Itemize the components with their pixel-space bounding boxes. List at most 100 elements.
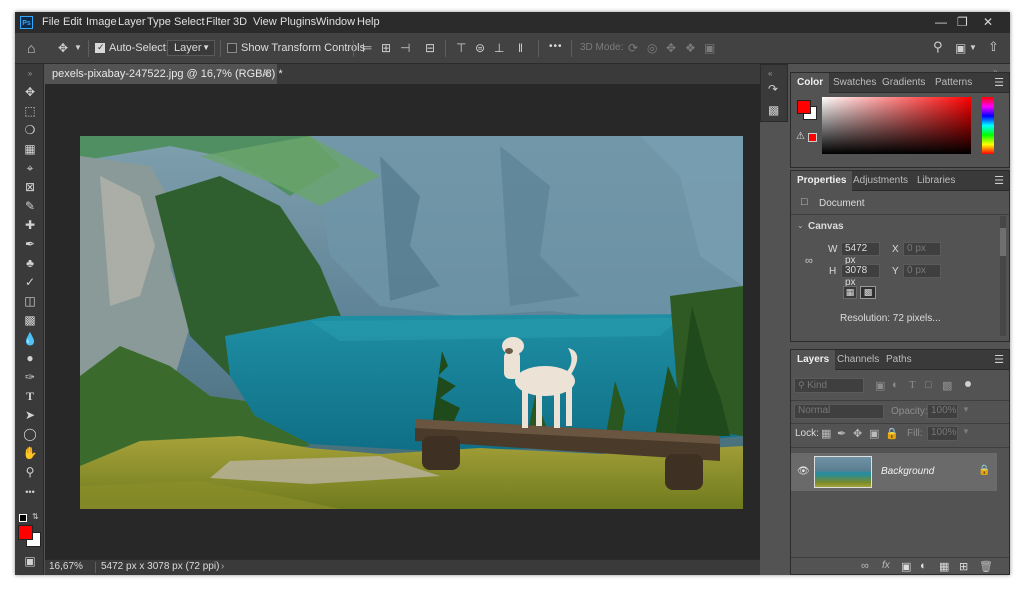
- home-icon[interactable]: ⌂: [27, 41, 35, 55]
- photoshop-logo-icon[interactable]: Ps: [20, 16, 33, 29]
- tab-adjustments[interactable]: Adjustments: [847, 171, 914, 191]
- more-options-icon[interactable]: •••: [549, 41, 563, 52]
- filter-pixel-icon[interactable]: ▣: [875, 379, 885, 392]
- filter-toggle-icon[interactable]: [965, 381, 971, 387]
- crop-tool-icon[interactable]: ⌖: [22, 160, 38, 176]
- layer-row[interactable]: 👁 Background 🔒: [791, 453, 997, 491]
- auto-select-checkbox[interactable]: [95, 42, 105, 53]
- visibility-eye-icon[interactable]: 👁: [797, 466, 810, 477]
- y-field[interactable]: 0 px: [903, 264, 941, 278]
- lock-position-icon[interactable]: ✥: [853, 427, 862, 440]
- gradient-tool-icon[interactable]: ▩: [22, 312, 38, 328]
- tab-channels[interactable]: Channels: [831, 350, 885, 370]
- blend-mode-dropdown[interactable]: Normal: [794, 404, 884, 419]
- landscape-orientation-icon[interactable]: ▩: [860, 286, 876, 299]
- tab-gradients[interactable]: Gradients: [876, 73, 931, 93]
- link-icon[interactable]: ∞: [805, 255, 813, 267]
- restore-icon[interactable]: ❐: [957, 15, 968, 29]
- tab-color[interactable]: Color: [791, 73, 830, 93]
- new-layer-icon[interactable]: ⊞: [959, 560, 968, 573]
- close-window-icon[interactable]: ✕: [983, 15, 993, 29]
- document-image[interactable]: [80, 136, 743, 509]
- align-top-icon[interactable]: ⊤: [456, 41, 466, 55]
- ellipse-tool-icon[interactable]: ◯: [22, 426, 38, 442]
- tab-layers[interactable]: Layers: [791, 350, 836, 370]
- move-tool-icon[interactable]: ✥: [58, 41, 68, 55]
- align-middle-icon[interactable]: ⊜: [475, 41, 485, 55]
- 3d-rotate-icon[interactable]: ⟳: [628, 41, 638, 55]
- layer-name[interactable]: Background: [881, 466, 934, 477]
- menu-image[interactable]: Image: [86, 16, 117, 28]
- close-tab-icon[interactable]: ×: [263, 64, 269, 84]
- share-icon[interactable]: ⇧: [988, 40, 999, 54]
- 3d-slide-icon[interactable]: ❖: [685, 41, 696, 55]
- chevron-down-icon[interactable]: ▼: [969, 41, 977, 55]
- filter-shape-icon[interactable]: □: [925, 379, 932, 391]
- tab-properties[interactable]: Properties: [791, 171, 853, 191]
- panel-menu-icon[interactable]: ☰: [994, 353, 1004, 366]
- panel-menu-icon[interactable]: ☰: [994, 76, 1004, 89]
- lasso-tool-icon[interactable]: ❍: [22, 122, 38, 138]
- panel-menu-icon[interactable]: ☰: [994, 174, 1004, 187]
- edit-toolbar-icon[interactable]: •••: [22, 484, 38, 500]
- height-field[interactable]: 3078 px: [841, 264, 880, 288]
- object-select-tool-icon[interactable]: ▦: [22, 141, 38, 157]
- collapse-icon[interactable]: »: [22, 66, 38, 82]
- align-left-icon[interactable]: ⊨: [362, 41, 372, 55]
- collapse-icon[interactable]: «: [768, 67, 772, 81]
- menu-layer[interactable]: Layer: [118, 16, 146, 28]
- tab-libraries[interactable]: Libraries: [911, 171, 961, 191]
- tab-paths[interactable]: Paths: [880, 350, 918, 370]
- eyedropper-tool-icon[interactable]: ✎: [22, 198, 38, 214]
- brush-tool-icon[interactable]: ✒: [22, 236, 38, 252]
- opacity-field[interactable]: 100%: [927, 404, 958, 419]
- 3d-pan-icon[interactable]: ✥: [666, 41, 676, 55]
- filter-adjustment-icon[interactable]: ◐: [892, 379, 899, 391]
- menu-view[interactable]: View: [253, 16, 277, 28]
- menu-plugins[interactable]: Plugins: [280, 16, 316, 28]
- healing-brush-tool-icon[interactable]: ✚: [22, 217, 38, 233]
- foreground-color-swatch[interactable]: [797, 100, 811, 114]
- scrollbar-thumb[interactable]: [1000, 228, 1006, 256]
- zoom-tool-icon[interactable]: ⚲: [22, 464, 38, 480]
- portrait-orientation-icon[interactable]: ▦: [843, 286, 857, 299]
- align-right-icon[interactable]: ⊣: [400, 41, 410, 55]
- menu-3d[interactable]: 3D: [233, 16, 247, 28]
- minimize-icon[interactable]: —: [935, 15, 947, 29]
- gamut-swatch[interactable]: [808, 133, 817, 142]
- quick-mask-icon[interactable]: ▣: [22, 553, 38, 569]
- menu-edit[interactable]: Edit: [63, 16, 82, 28]
- pen-tool-icon[interactable]: ✑: [22, 369, 38, 385]
- move-tool-icon[interactable]: ✥: [22, 84, 38, 100]
- show-transform-checkbox[interactable]: [227, 43, 237, 53]
- 3d-roll-icon[interactable]: ◎: [647, 41, 657, 55]
- layer-style-icon[interactable]: fx: [882, 560, 890, 571]
- chevron-down-icon[interactable]: ▼: [74, 41, 82, 55]
- lock-artboard-icon[interactable]: ▣: [869, 427, 879, 440]
- distribute-vertical-icon[interactable]: ‖: [518, 41, 523, 55]
- clone-stamp-tool-icon[interactable]: ♣: [22, 255, 38, 271]
- link-layers-icon[interactable]: ∞: [861, 560, 869, 572]
- tab-swatches[interactable]: Swatches: [827, 73, 882, 93]
- delete-layer-icon[interactable]: 🗑: [979, 560, 993, 573]
- marquee-tool-icon[interactable]: ⬚: [22, 103, 38, 119]
- lock-all-icon[interactable]: 🔒: [885, 427, 899, 440]
- layer-kind-filter[interactable]: ⚲ Kind: [794, 378, 864, 393]
- canvas-area[interactable]: [45, 84, 760, 559]
- filter-type-icon[interactable]: T: [909, 379, 916, 391]
- properties-scrollbar[interactable]: [1000, 216, 1006, 336]
- libraries-panel-icon[interactable]: ▩: [768, 103, 779, 117]
- search-icon[interactable]: ⚲: [933, 40, 943, 54]
- tab-patterns[interactable]: Patterns: [929, 73, 978, 93]
- add-mask-icon[interactable]: ▣: [901, 560, 911, 573]
- dodge-tool-icon[interactable]: ●: [22, 350, 38, 366]
- chevron-down-icon[interactable]: ▼: [962, 427, 970, 436]
- eraser-tool-icon[interactable]: ◫: [22, 293, 38, 309]
- new-group-icon[interactable]: ▦: [939, 560, 949, 573]
- menu-filter[interactable]: Filter: [206, 16, 230, 28]
- align-bottom-icon[interactable]: ⊥: [494, 41, 504, 55]
- hue-slider[interactable]: [982, 97, 994, 154]
- default-colors-icon[interactable]: [19, 514, 27, 522]
- menu-file[interactable]: File: [42, 16, 60, 28]
- hand-tool-icon[interactable]: ✋: [22, 445, 38, 461]
